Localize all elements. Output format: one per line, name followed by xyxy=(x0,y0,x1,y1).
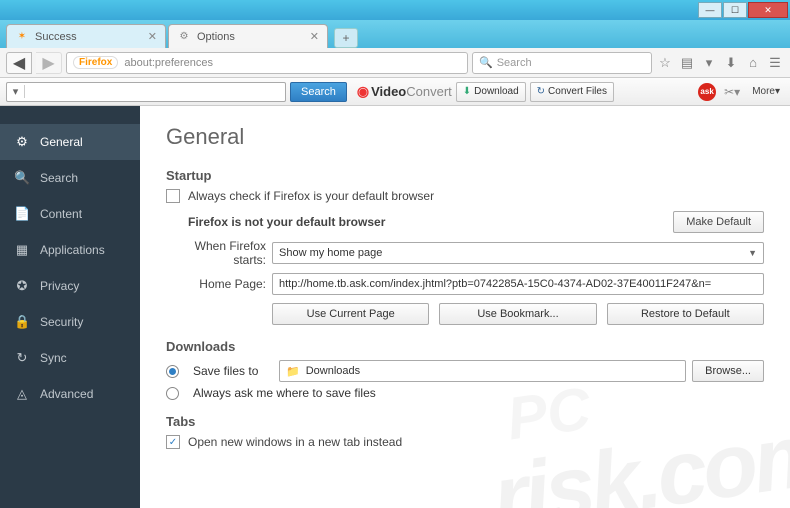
folder-icon: 📁 xyxy=(286,365,300,378)
search-icon: 🔍 xyxy=(479,56,493,69)
browse-button[interactable]: Browse... xyxy=(692,360,764,382)
toolbar-search-input[interactable]: ▾ xyxy=(6,82,286,102)
search-placeholder: Search xyxy=(497,57,532,69)
pocket-icon[interactable]: ▾ xyxy=(700,55,718,71)
advanced-icon: ◬ xyxy=(14,386,30,402)
tools-icon[interactable]: ✂▾ xyxy=(724,85,740,99)
download-icon: ⬇ xyxy=(463,86,471,97)
mask-icon: ✪ xyxy=(14,278,30,294)
when-starts-label: When Firefox starts: xyxy=(166,239,266,267)
always-ask-label: Always ask me where to save files xyxy=(193,386,376,400)
swirl-icon: ◉ xyxy=(357,83,369,100)
forward-button[interactable]: ▶ xyxy=(36,52,62,74)
close-tab-icon[interactable]: ✕ xyxy=(310,30,319,43)
downloads-icon[interactable]: ⬇ xyxy=(722,55,740,71)
chevron-down-icon: ▼ xyxy=(748,248,757,258)
startup-heading: Startup xyxy=(166,168,764,183)
sidebar-item-advanced[interactable]: ◬Advanced xyxy=(0,376,140,412)
more-button[interactable]: More▾ xyxy=(748,86,784,97)
new-tab-button[interactable]: + xyxy=(334,28,358,48)
toolbar-search-dropdown[interactable]: ▾ xyxy=(7,85,25,98)
menu-icon[interactable]: ☰ xyxy=(766,55,784,71)
convert-button[interactable]: ↻ Convert Files xyxy=(530,82,614,102)
tab-success[interactable]: ✶ Success ✕ xyxy=(6,24,166,48)
preferences-content: General Startup Always check if Firefox … xyxy=(140,106,790,508)
page-title: General xyxy=(166,124,764,150)
tab-options[interactable]: ⚙ Options ✕ xyxy=(168,24,328,48)
homepage-input[interactable]: http://home.tb.ask.com/index.jhtml?ptb=0… xyxy=(272,273,764,295)
tab-label: Success xyxy=(35,31,77,43)
gear-icon: ⚙ xyxy=(177,30,191,44)
sidebar-item-sync[interactable]: ↻Sync xyxy=(0,340,140,376)
search-bar[interactable]: 🔍 Search xyxy=(472,52,652,74)
always-ask-radio[interactable] xyxy=(166,387,179,400)
sidebar-item-applications[interactable]: ▦Applications xyxy=(0,232,140,268)
close-button[interactable]: ✕ xyxy=(748,2,788,18)
open-new-windows-checkbox[interactable] xyxy=(166,435,180,449)
grid-icon: ▦ xyxy=(14,242,30,258)
maximize-button[interactable]: ☐ xyxy=(723,2,747,18)
videoconvert-toolbar: ▾ Search ◉ VideoConvert ⬇ Download ↻ Con… xyxy=(0,78,790,106)
homepage-label: Home Page: xyxy=(166,277,266,291)
document-icon: 📄 xyxy=(14,206,30,222)
toolbar-search-button[interactable]: Search xyxy=(290,82,347,102)
window-titlebar: — ☐ ✕ xyxy=(0,0,790,20)
tab-label: Options xyxy=(197,31,235,43)
not-default-text: Firefox is not your default browser xyxy=(188,215,385,229)
url-bar[interactable]: Firefox about:preferences xyxy=(66,52,468,74)
sync-icon: ↻ xyxy=(14,350,30,366)
download-button[interactable]: ⬇ Download xyxy=(456,82,526,102)
always-check-label: Always check if Firefox is your default … xyxy=(188,189,434,203)
nav-bar: ◀ ▶ Firefox about:preferences 🔍 Search ☆… xyxy=(0,48,790,78)
back-button[interactable]: ◀ xyxy=(6,52,32,74)
save-files-label: Save files to xyxy=(193,364,273,378)
sparkle-icon: ✶ xyxy=(15,30,29,44)
home-icon[interactable]: ⌂ xyxy=(744,55,762,70)
tab-strip: ✶ Success ✕ ⚙ Options ✕ + xyxy=(0,20,790,48)
make-default-button[interactable]: Make Default xyxy=(673,211,764,233)
use-current-page-button[interactable]: Use Current Page xyxy=(272,303,429,325)
preferences-sidebar: ⚙General 🔍Search 📄Content ▦Applications … xyxy=(0,106,140,508)
identity-box[interactable]: Firefox xyxy=(73,56,118,69)
lock-icon: 🔒 xyxy=(14,314,30,330)
url-text: about:preferences xyxy=(124,57,213,69)
when-starts-select[interactable]: Show my home page ▼ xyxy=(272,242,764,264)
always-check-checkbox[interactable] xyxy=(166,189,180,203)
ask-badge-icon[interactable]: ask xyxy=(698,83,716,101)
sidebar-item-privacy[interactable]: ✪Privacy xyxy=(0,268,140,304)
bookmarks-menu-icon[interactable]: ▤ xyxy=(678,55,696,71)
close-tab-icon[interactable]: ✕ xyxy=(148,30,157,43)
restore-default-button[interactable]: Restore to Default xyxy=(607,303,764,325)
preferences-main: ⚙General 🔍Search 📄Content ▦Applications … xyxy=(0,106,790,508)
sidebar-item-general[interactable]: ⚙General xyxy=(0,124,140,160)
save-files-radio[interactable] xyxy=(166,365,179,378)
use-bookmark-button[interactable]: Use Bookmark... xyxy=(439,303,596,325)
sidebar-item-security[interactable]: 🔒Security xyxy=(0,304,140,340)
minimize-button[interactable]: — xyxy=(698,2,722,18)
bookmark-star-icon[interactable]: ☆ xyxy=(656,55,674,71)
sidebar-item-search[interactable]: 🔍Search xyxy=(0,160,140,196)
tabs-heading: Tabs xyxy=(166,414,764,429)
gear-icon: ⚙ xyxy=(14,134,30,150)
sidebar-item-content[interactable]: 📄Content xyxy=(0,196,140,232)
open-new-windows-label: Open new windows in a new tab instead xyxy=(188,435,402,449)
search-icon: 🔍 xyxy=(14,170,30,186)
downloads-heading: Downloads xyxy=(166,339,764,354)
download-folder-field[interactable]: 📁 Downloads xyxy=(279,360,686,382)
convert-icon: ↻ xyxy=(537,86,545,97)
videoconvert-logo[interactable]: ◉ VideoConvert xyxy=(357,83,452,100)
